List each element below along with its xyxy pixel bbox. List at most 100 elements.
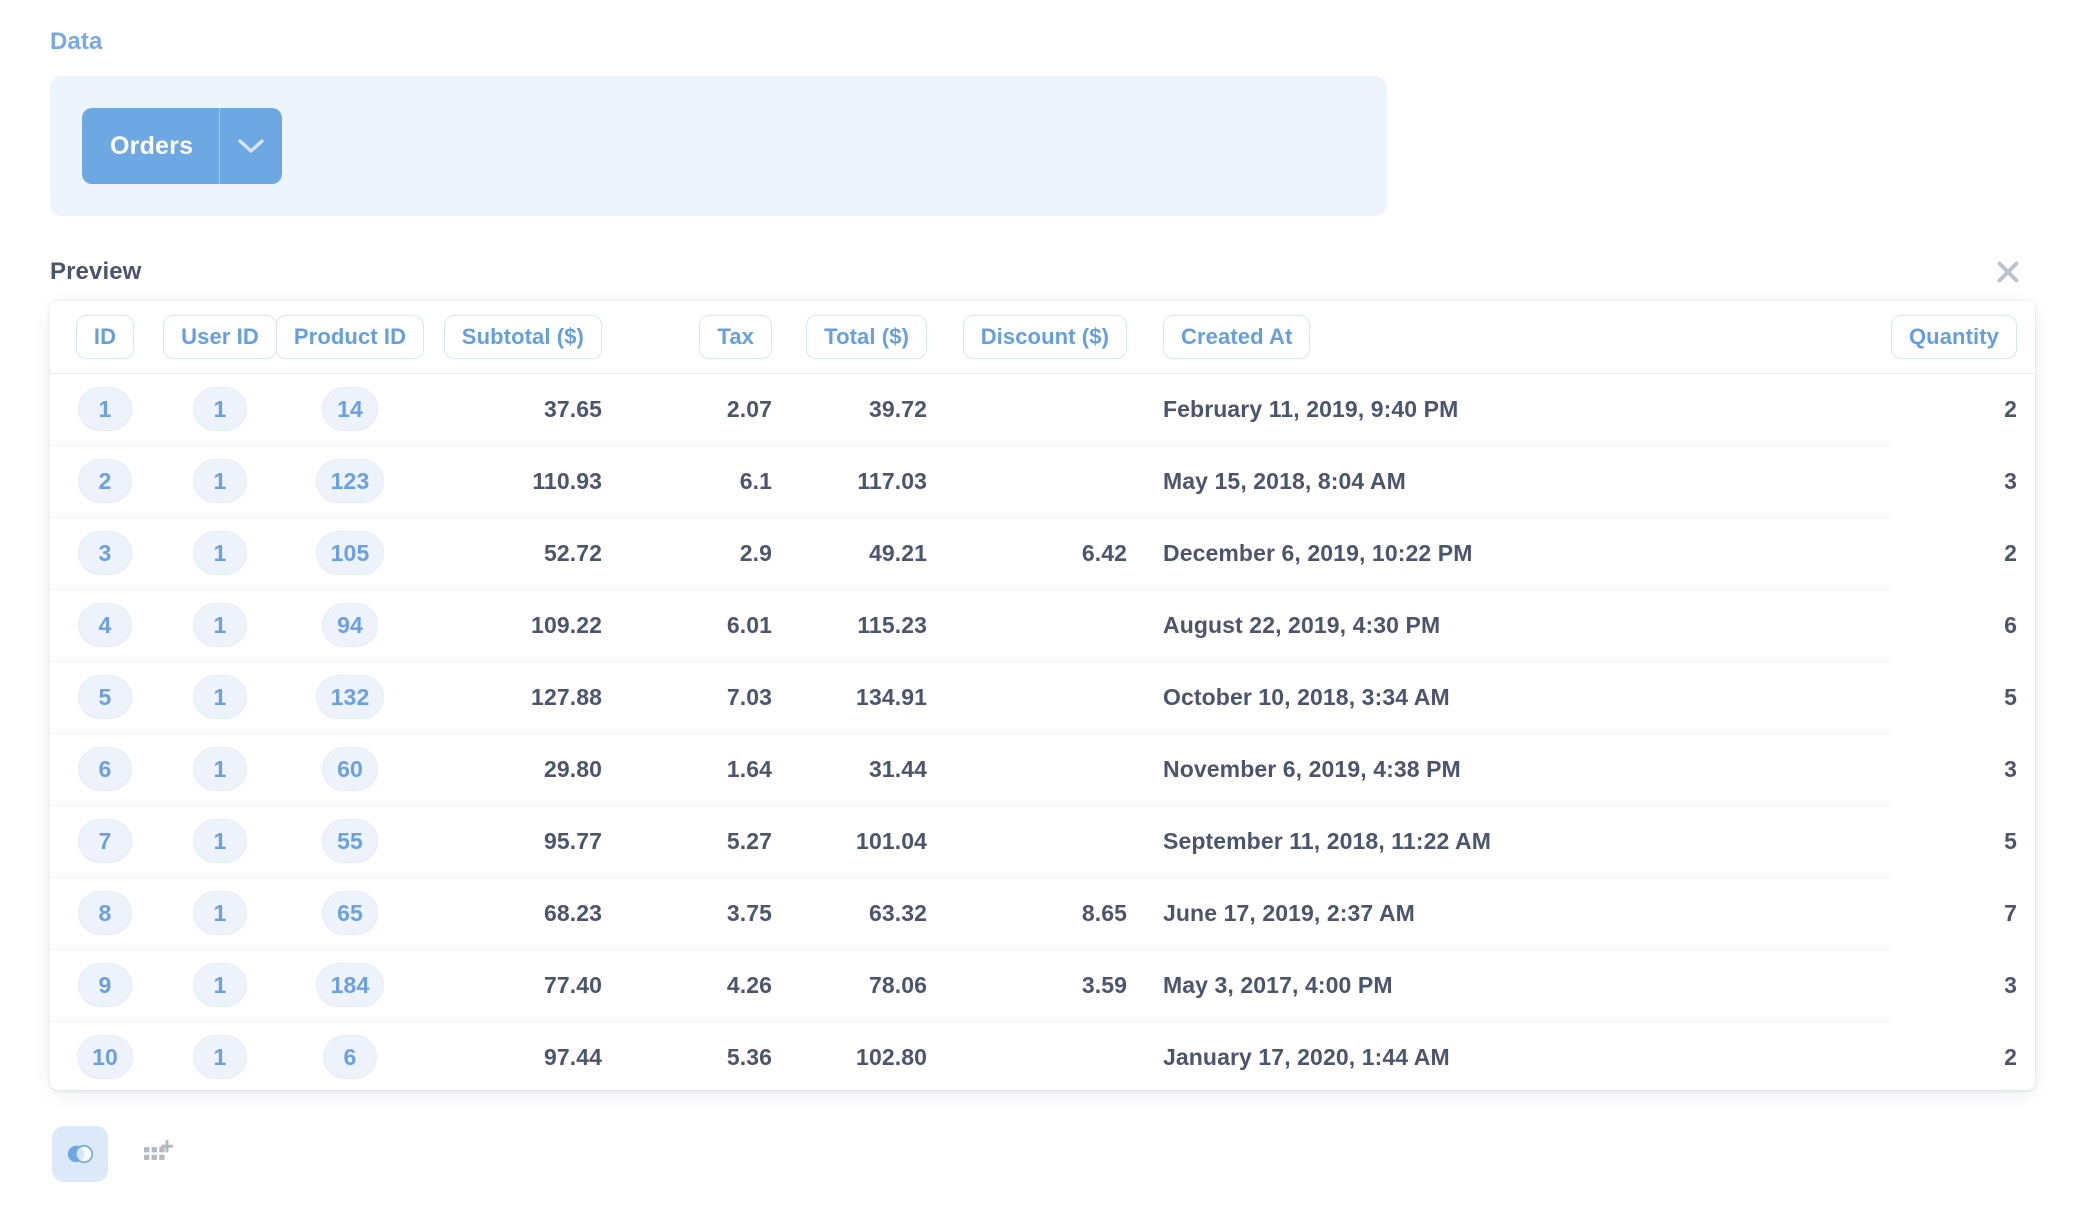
cell-id-pill[interactable]: 4 [78, 603, 132, 647]
cell-id-pill[interactable]: 5 [78, 675, 132, 719]
cell-product-id: 6 [280, 1021, 420, 1090]
column-pill-product-id[interactable]: Product ID [276, 315, 424, 359]
cell-product-id: 123 [280, 445, 420, 517]
cell-id: 10 [50, 1021, 160, 1090]
cell-product-id: 184 [280, 949, 420, 1021]
cell-user-id-pill[interactable]: 1 [193, 819, 247, 863]
cell-tax: 5.36 [620, 1021, 790, 1090]
cell-subtotal: 110.93 [420, 445, 620, 517]
table-row[interactable]: 111437.652.0739.72February 11, 2019, 9:4… [50, 373, 2035, 445]
cell-quantity: 2 [1595, 517, 2035, 589]
cell-user-id-pill[interactable]: 1 [193, 963, 247, 1007]
cell-id-pill[interactable]: 3 [78, 531, 132, 575]
cell-created-at: May 15, 2018, 8:04 AM [1145, 445, 1595, 517]
table-header-row: ID User ID Product ID [50, 301, 2035, 373]
cell-discount [945, 373, 1145, 445]
cell-product-id-pill[interactable]: 94 [322, 603, 378, 647]
cell-product-id-pill[interactable]: 14 [322, 387, 378, 431]
table-row[interactable]: 616029.801.6431.44November 6, 2019, 4:38… [50, 733, 2035, 805]
table-row[interactable]: 816568.233.7563.328.65June 17, 2019, 2:3… [50, 877, 2035, 949]
cell-discount [945, 733, 1145, 805]
column-pill-total[interactable]: Total ($) [806, 315, 927, 359]
column-header-created-at: Created At [1145, 301, 1595, 373]
column-pill-quantity[interactable]: Quantity [1891, 315, 2017, 359]
cell-id: 8 [50, 877, 160, 949]
column-pill-user-id[interactable]: User ID [163, 315, 277, 359]
cell-subtotal: 52.72 [420, 517, 620, 589]
join-venn-icon[interactable] [52, 1126, 108, 1182]
column-pill-discount[interactable]: Discount ($) [963, 315, 1127, 359]
column-pill-subtotal[interactable]: Subtotal ($) [444, 315, 602, 359]
cell-product-id-pill[interactable]: 123 [316, 459, 385, 503]
cell-tax: 2.9 [620, 517, 790, 589]
cell-quantity: 3 [1595, 445, 2035, 517]
cell-quantity: 3 [1595, 949, 2035, 1021]
cell-product-id-pill[interactable]: 55 [322, 819, 378, 863]
table-row[interactable]: 101697.445.36102.80January 17, 2020, 1:4… [50, 1021, 2035, 1090]
cell-user-id-pill[interactable]: 1 [193, 891, 247, 935]
cell-user-id-pill[interactable]: 1 [193, 603, 247, 647]
cell-user-id-pill[interactable]: 1 [193, 675, 247, 719]
table-row[interactable]: 9118477.404.2678.063.59May 3, 2017, 4:00… [50, 949, 2035, 1021]
table-body: 111437.652.0739.72February 11, 2019, 9:4… [50, 373, 2035, 1090]
cell-user-id-pill[interactable]: 1 [193, 1035, 247, 1079]
cell-created-at: June 17, 2019, 2:37 AM [1145, 877, 1595, 949]
cell-id: 3 [50, 517, 160, 589]
cell-user-id-pill[interactable]: 1 [193, 531, 247, 575]
cell-id-pill[interactable]: 9 [78, 963, 132, 1007]
cell-product-id: 65 [280, 877, 420, 949]
add-columns-icon[interactable] [130, 1126, 186, 1182]
cell-user-id: 1 [160, 805, 280, 877]
cell-product-id-pill[interactable]: 6 [323, 1035, 377, 1079]
preview-table: ID User ID Product ID [50, 301, 2035, 1090]
orders-data-preview-page: Data Orders Preview [0, 0, 2090, 1212]
cell-total: 78.06 [790, 949, 945, 1021]
cell-product-id-pill[interactable]: 60 [322, 747, 378, 791]
cell-product-id: 105 [280, 517, 420, 589]
table-row[interactable]: 3110552.722.949.216.42December 6, 2019, … [50, 517, 2035, 589]
cell-id-pill[interactable]: 6 [78, 747, 132, 791]
cell-quantity: 2 [1595, 1021, 2035, 1090]
column-pill-id[interactable]: ID [76, 315, 134, 359]
table-row[interactable]: 4194109.226.01115.23August 22, 2019, 4:3… [50, 589, 2035, 661]
cell-id-pill[interactable]: 7 [78, 819, 132, 863]
preview-table-card: ID User ID Product ID [50, 300, 2035, 1090]
column-header-discount: Discount ($) [945, 301, 1145, 373]
table-row[interactable]: 51132127.887.03134.91October 10, 2018, 3… [50, 661, 2035, 733]
cell-quantity: 7 [1595, 877, 2035, 949]
cell-subtotal: 127.88 [420, 661, 620, 733]
cell-product-id: 14 [280, 373, 420, 445]
column-header-id: ID [50, 301, 160, 373]
cell-id: 7 [50, 805, 160, 877]
cell-user-id-pill[interactable]: 1 [193, 459, 247, 503]
cell-discount [945, 445, 1145, 517]
cell-product-id-pill[interactable]: 184 [316, 963, 385, 1007]
cell-id-pill[interactable]: 10 [77, 1035, 133, 1079]
cell-tax: 1.64 [620, 733, 790, 805]
cell-tax: 6.1 [620, 445, 790, 517]
table-row[interactable]: 21123110.936.1117.03May 15, 2018, 8:04 A… [50, 445, 2035, 517]
cell-user-id: 1 [160, 1021, 280, 1090]
cell-discount: 6.42 [945, 517, 1145, 589]
cell-product-id-pill[interactable]: 65 [322, 891, 378, 935]
table-row[interactable]: 715595.775.27101.04September 11, 2018, 1… [50, 805, 2035, 877]
cell-id: 5 [50, 661, 160, 733]
close-icon[interactable] [1988, 252, 2028, 292]
column-pill-tax[interactable]: Tax [699, 315, 772, 359]
cell-tax: 6.01 [620, 589, 790, 661]
cell-product-id-pill[interactable]: 132 [316, 675, 385, 719]
cell-id-pill[interactable]: 8 [78, 891, 132, 935]
cell-product-id: 55 [280, 805, 420, 877]
cell-tax: 7.03 [620, 661, 790, 733]
cell-product-id-pill[interactable]: 105 [316, 531, 385, 575]
cell-user-id-pill[interactable]: 1 [193, 387, 247, 431]
cell-tax: 5.27 [620, 805, 790, 877]
cell-id-pill[interactable]: 2 [78, 459, 132, 503]
table-chip-orders[interactable]: Orders [82, 108, 282, 184]
cell-id-pill[interactable]: 1 [78, 387, 132, 431]
chevron-down-icon[interactable] [220, 108, 282, 184]
cell-discount [945, 1021, 1145, 1090]
cell-user-id-pill[interactable]: 1 [193, 747, 247, 791]
column-pill-created-at[interactable]: Created At [1163, 315, 1310, 359]
column-header-quantity: Quantity [1595, 301, 2035, 373]
